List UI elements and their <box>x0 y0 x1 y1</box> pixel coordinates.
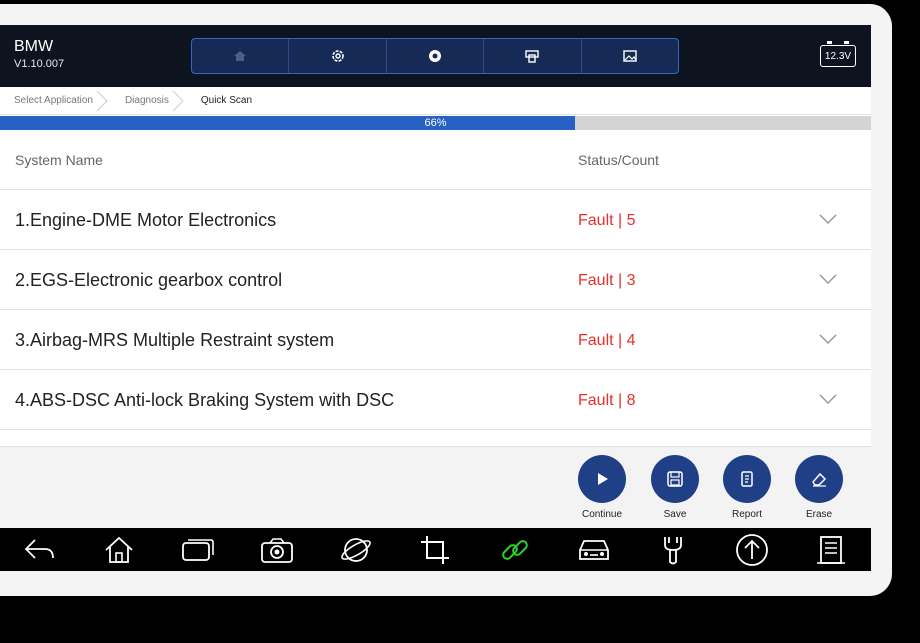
toolbar-settings-button[interactable] <box>289 39 387 73</box>
breadcrumb-separator-icon <box>172 90 184 111</box>
erase-button[interactable]: Erase <box>789 455 849 520</box>
camera-icon <box>261 537 293 563</box>
table-row[interactable]: 1.Engine-DME Motor Electronics Fault | 5 <box>0 190 871 250</box>
report-button[interactable]: Report <box>717 455 777 520</box>
chevron-down-icon[interactable] <box>818 332 838 346</box>
browser-icon <box>341 537 372 562</box>
toolbar-record-button[interactable] <box>387 39 485 73</box>
table-header: System Name Status/Count <box>0 130 871 190</box>
status-count: Fault | 3 <box>578 272 636 289</box>
toolbar <box>191 38 679 74</box>
system-name: 2.EGS-Electronic gearbox control <box>15 270 283 290</box>
brand: BMW V1.10.007 <box>14 38 65 71</box>
recent-apps-icon <box>182 538 214 561</box>
nav-home-button[interactable] <box>99 532 139 568</box>
table-row[interactable]: 2.EGS-Electronic gearbox control Fault |… <box>0 250 871 310</box>
report-icon <box>741 471 753 487</box>
image-icon <box>623 50 637 62</box>
system-name: 3.Airbag-MRS Multiple Restraint system <box>15 330 335 350</box>
status-count: Fault | 5 <box>578 212 636 229</box>
nav-upload-button[interactable] <box>732 532 772 568</box>
table-row[interactable]: 3.Airbag-MRS Multiple Restraint system F… <box>0 310 871 370</box>
nav-recent-apps-button[interactable] <box>178 532 218 568</box>
nav-browser-button[interactable] <box>336 532 376 568</box>
home-icon <box>234 51 247 61</box>
chevron-down-icon[interactable] <box>818 212 838 226</box>
toolbar-image-button[interactable] <box>582 39 678 73</box>
nav-vehicle-button[interactable] <box>574 532 614 568</box>
column-header-status-count: Status/Count <box>578 152 659 168</box>
table-row[interactable]: 4.ABS-DSC Anti-lock Braking System with … <box>0 370 871 430</box>
eraser-icon <box>812 472 827 487</box>
top-bar: BMW V1.10.007 12.3V <box>0 25 871 87</box>
system-name: 4.ABS-DSC Anti-lock Braking System with … <box>15 390 395 410</box>
save-icon <box>667 471 683 487</box>
system-nav-bar <box>0 528 871 571</box>
erase-label: Erase <box>805 509 833 520</box>
breadcrumb-separator-icon <box>96 90 108 111</box>
report-circle[interactable] <box>723 455 771 503</box>
settings-icon <box>331 50 344 62</box>
continue-label: Continue <box>581 509 623 520</box>
save-label: Save <box>663 509 687 520</box>
link-icon <box>501 539 528 560</box>
nav-link-button[interactable] <box>495 532 535 568</box>
document-icon <box>817 535 846 564</box>
breadcrumb-label: Select Application <box>14 94 93 106</box>
battery-voltage-badge: 12.3V <box>820 41 856 67</box>
column-header-system-name: System Name <box>15 152 103 168</box>
status-count: Fault | 8 <box>578 392 636 409</box>
erase-circle[interactable] <box>795 455 843 503</box>
breadcrumb-item-diagnosis[interactable]: Diagnosis <box>111 87 187 115</box>
nav-crop-button[interactable] <box>415 532 455 568</box>
back-icon <box>24 538 54 559</box>
continue-circle[interactable] <box>578 455 626 503</box>
action-bar: Continue Save Report Erase <box>0 446 871 528</box>
breadcrumb-item-select-application[interactable]: Select Application <box>0 87 111 115</box>
screen: BMW V1.10.007 12.3V Select Application D… <box>0 25 871 571</box>
play-icon <box>598 473 608 485</box>
toolbar-home-button[interactable] <box>192 39 290 73</box>
print-icon <box>525 50 540 63</box>
home-icon <box>105 536 133 563</box>
status-count: Fault | 4 <box>578 332 636 349</box>
car-icon <box>578 539 609 560</box>
upload-icon <box>736 533 769 566</box>
save-circle[interactable] <box>651 455 699 503</box>
scan-progress-bar: 66% <box>0 116 871 130</box>
report-label: Report <box>731 509 762 520</box>
breadcrumb: Select Application Diagnosis Quick Scan <box>0 87 871 115</box>
chevron-down-icon[interactable] <box>818 392 838 406</box>
continue-button[interactable]: Continue <box>572 455 632 520</box>
progress-label: 66% <box>424 117 447 129</box>
nav-service-button[interactable] <box>653 532 693 568</box>
wrench-icon <box>664 536 682 564</box>
save-button[interactable]: Save <box>645 455 705 520</box>
chevron-down-icon[interactable] <box>818 272 838 286</box>
toolbar-print-button[interactable] <box>484 39 582 73</box>
nav-camera-button[interactable] <box>257 532 297 568</box>
app-version: V1.10.007 <box>14 58 65 70</box>
breadcrumb-label: Quick Scan <box>200 94 253 106</box>
nav-document-button[interactable] <box>811 532 851 568</box>
device: BMW V1.10.007 12.3V Select Application D… <box>0 0 920 643</box>
app-name: BMW <box>14 38 54 55</box>
system-name: 1.Engine-DME Motor Electronics <box>15 210 277 230</box>
breadcrumb-label: Diagnosis <box>124 94 169 106</box>
record-icon <box>429 50 442 62</box>
breadcrumb-item-quick-scan: Quick Scan <box>187 87 270 115</box>
crop-icon <box>421 535 450 564</box>
nav-back-button[interactable] <box>20 532 60 568</box>
